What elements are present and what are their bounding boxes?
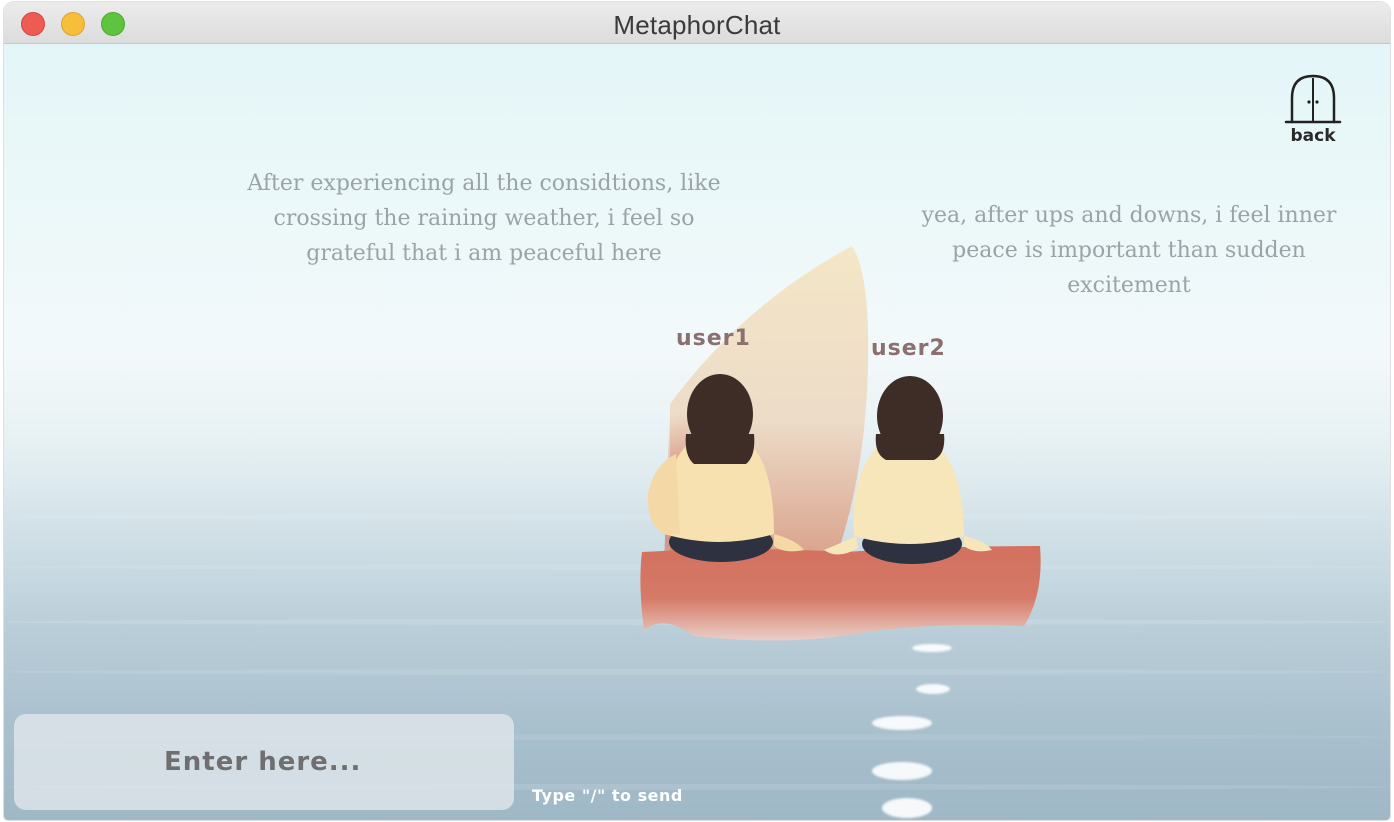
user1-label: user1	[676, 326, 751, 351]
light-reflection	[872, 762, 932, 780]
sea-scene: After experiencing all the considtions, …	[4, 44, 1390, 820]
app-window: MetaphorChat After experiencing all the …	[4, 2, 1390, 820]
send-hint: Type "/" to send	[532, 786, 683, 805]
boat-illustration	[624, 234, 1054, 654]
back-label: back	[1290, 126, 1336, 146]
message-input-container	[14, 714, 514, 810]
message-input[interactable]	[14, 714, 514, 810]
light-reflection	[872, 716, 932, 730]
door-icon	[1284, 74, 1342, 124]
light-reflection	[916, 684, 950, 694]
window-title: MetaphorChat	[613, 10, 781, 40]
water-ripple	[4, 669, 1390, 675]
user2-label: user2	[871, 336, 946, 361]
light-reflection	[882, 798, 932, 818]
title-bar: MetaphorChat	[4, 2, 1390, 44]
back-button[interactable]: back	[1282, 72, 1344, 152]
